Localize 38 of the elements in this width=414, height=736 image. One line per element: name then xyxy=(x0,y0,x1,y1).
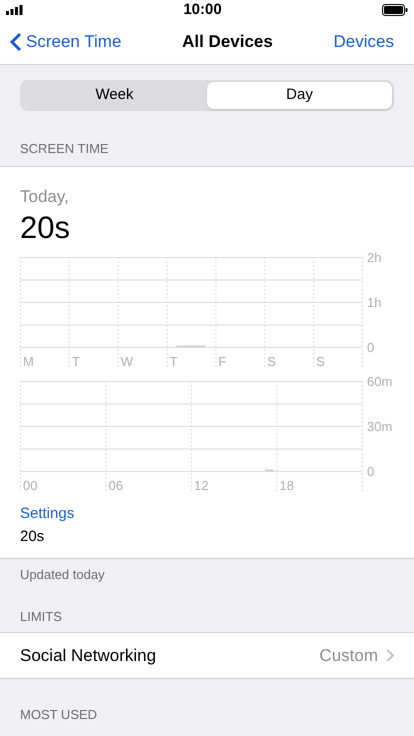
status-time: 10:00 xyxy=(183,0,222,20)
segment-tab[interactable]: Week xyxy=(22,82,207,109)
back-chevron-icon xyxy=(10,32,22,52)
day-label: Today, xyxy=(20,186,70,208)
axis-label: 60m xyxy=(367,374,392,389)
section-header: SCREEN TIME xyxy=(19,140,110,158)
segment-tab[interactable]: Day xyxy=(207,82,392,109)
axis-label: T xyxy=(72,354,80,369)
updated-note: Updated today xyxy=(19,566,106,584)
limit-label: Social Networking xyxy=(20,644,156,667)
axis-label: M xyxy=(23,354,34,369)
section-header: LIMITS xyxy=(19,608,63,626)
axis-label: 00 xyxy=(22,478,38,493)
axis-label: F xyxy=(218,354,226,369)
limit-value: Custom xyxy=(319,644,378,667)
axis-label: S xyxy=(267,354,276,369)
axis-label: T xyxy=(170,354,178,369)
axis-label: 0 xyxy=(367,340,374,355)
axis-label: 18 xyxy=(279,478,294,493)
screen-title: All Devices xyxy=(182,31,273,54)
axis-label: 2h xyxy=(367,250,382,265)
axis-label: 06 xyxy=(108,478,123,493)
section-header: MOST USED xyxy=(19,706,98,724)
limit-row[interactable]: Social Networking Custom xyxy=(0,633,414,678)
category-time: 20s xyxy=(20,526,46,546)
axis-label: 0 xyxy=(367,464,374,479)
category-link[interactable]: Settings xyxy=(20,503,394,526)
axis-label: 30m xyxy=(367,419,392,434)
back-button[interactable]: Screen Time xyxy=(10,29,122,55)
axis-label: W xyxy=(120,354,133,369)
axis-label: 1h xyxy=(367,295,382,310)
chevron-icon xyxy=(386,649,394,662)
devices-button[interactable]: Devices xyxy=(334,29,404,55)
axis-label: 12 xyxy=(194,478,208,493)
battery-icon xyxy=(382,4,408,16)
signal-icon xyxy=(6,5,23,15)
total-time: 20s xyxy=(20,209,71,247)
axis-label: S xyxy=(316,354,325,369)
